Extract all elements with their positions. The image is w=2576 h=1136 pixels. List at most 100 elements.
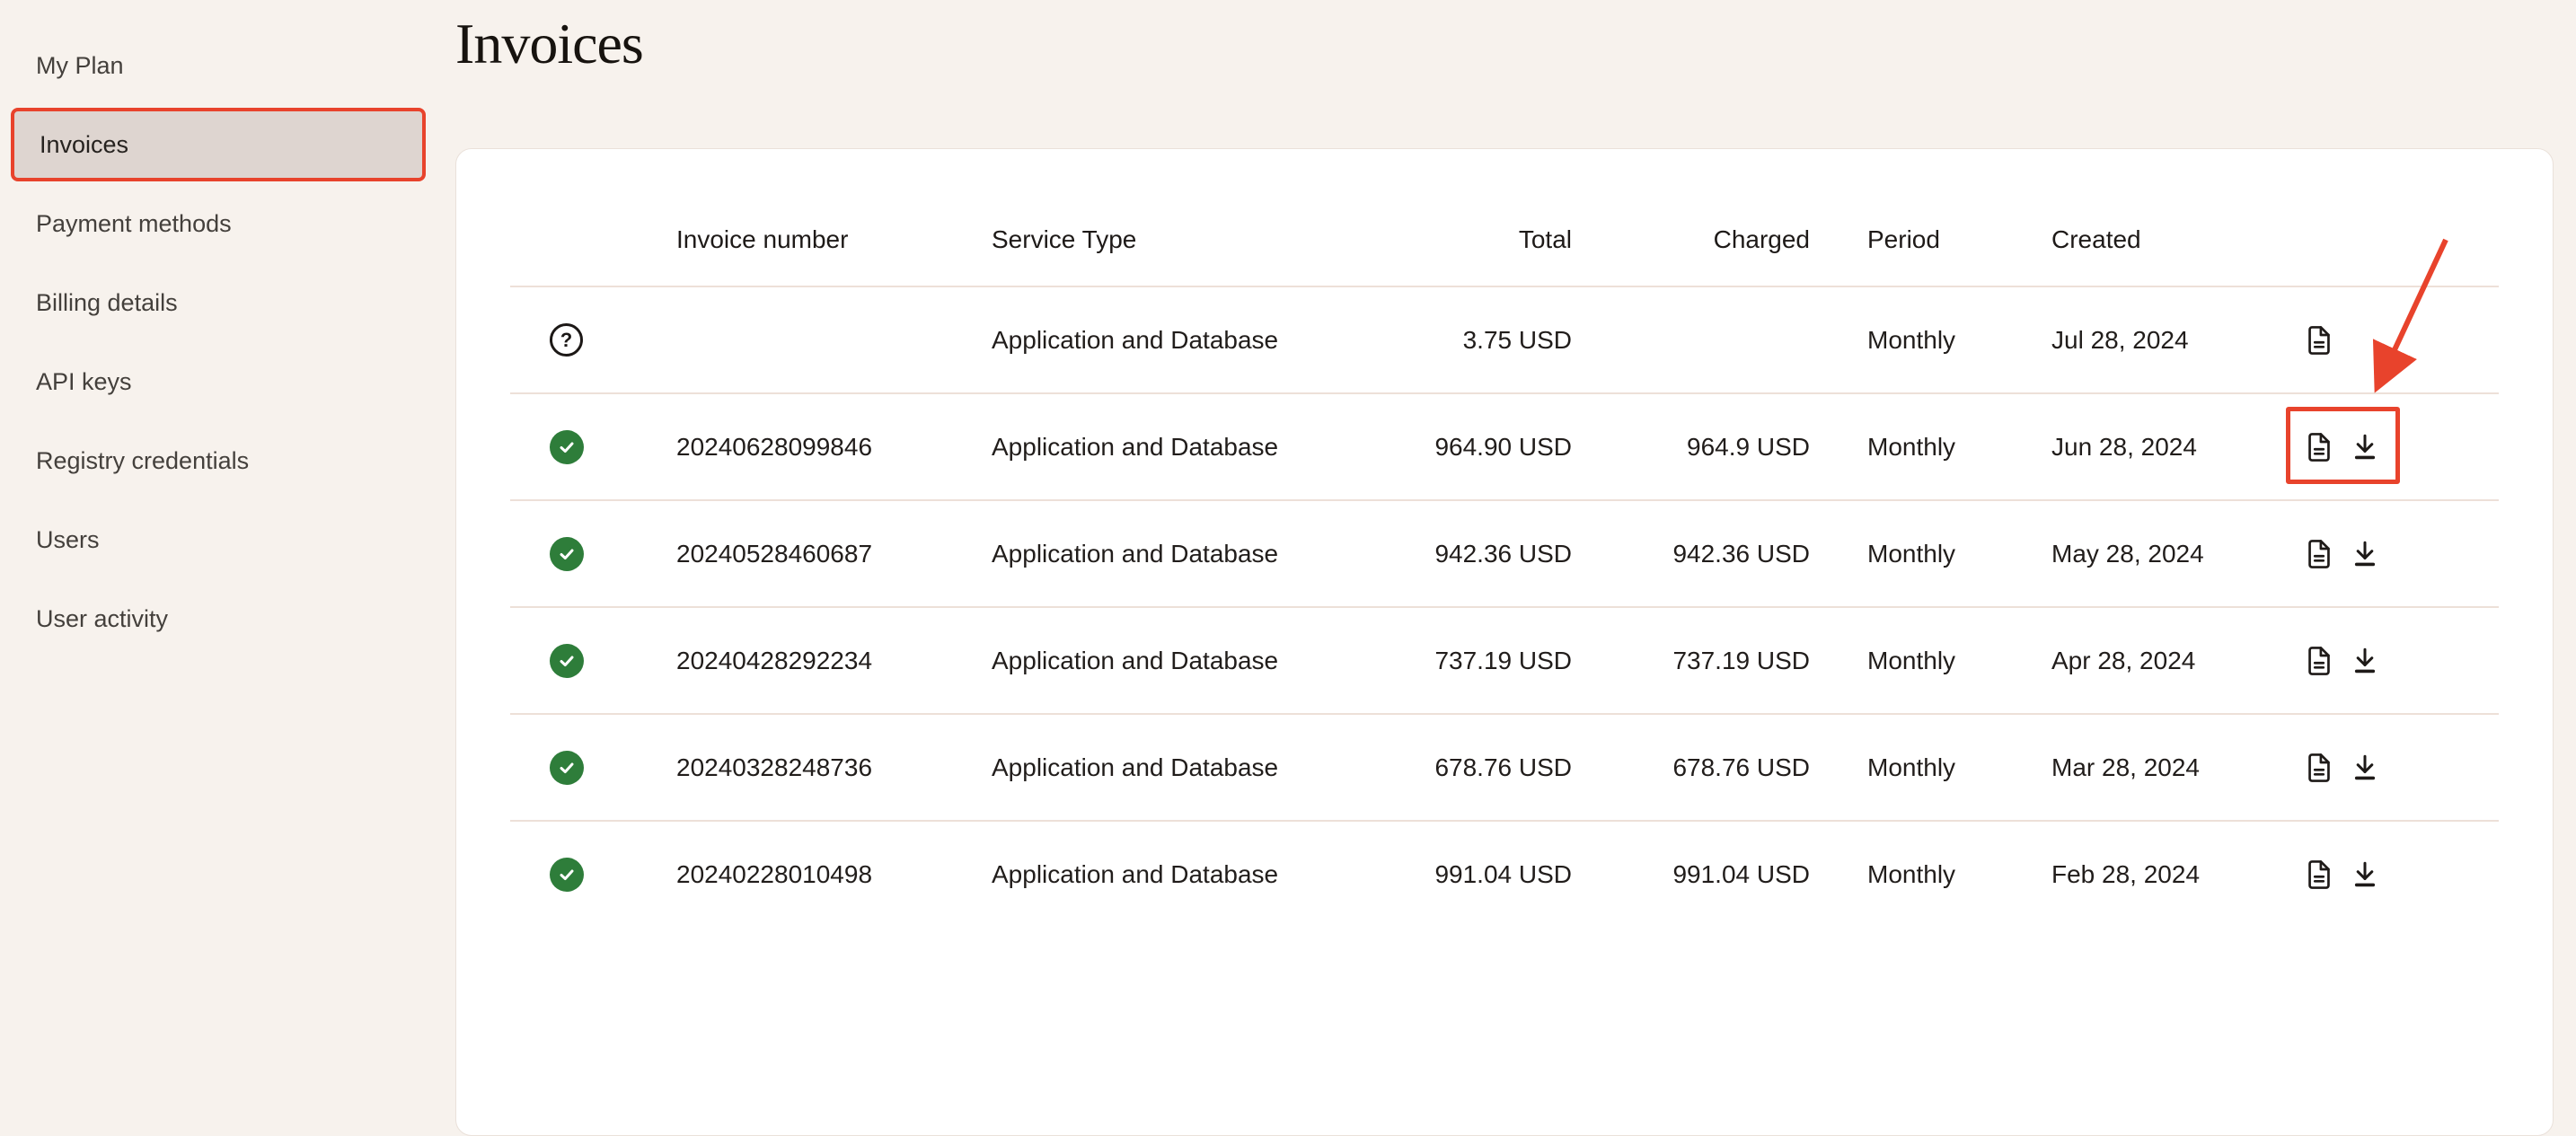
sidebar-item-users[interactable]: Users bbox=[0, 500, 455, 579]
sidebar-item-label: Payment methods bbox=[36, 210, 232, 238]
total-cell: 942.36 USD bbox=[1392, 540, 1572, 568]
created-column-header: Created bbox=[2051, 225, 2298, 254]
total-column-header: Total bbox=[1392, 225, 1572, 254]
download-invoice-icon[interactable] bbox=[2349, 750, 2381, 786]
service-type-column-header: Service Type bbox=[992, 225, 1392, 254]
period-cell: Monthly bbox=[1810, 433, 2051, 462]
table-row: ? 20240228010498 Application and Databas… bbox=[510, 820, 2499, 927]
total-cell: 3.75 USD bbox=[1392, 326, 1572, 355]
service-type-cell: Application and Database bbox=[992, 647, 1392, 675]
service-type-cell: Application and Database bbox=[992, 326, 1392, 355]
sidebar-item-api-keys[interactable]: API keys bbox=[0, 342, 455, 421]
checkmark-glyph bbox=[556, 650, 578, 672]
actions-cell bbox=[2298, 608, 2499, 713]
billing-app: My Plan Invoices Payment methods Billing… bbox=[0, 0, 2576, 853]
actions-column-header bbox=[2298, 194, 2499, 286]
sidebar-item-payment-methods[interactable]: Payment methods bbox=[0, 184, 455, 263]
invoice-number-cell: 20240528460687 bbox=[676, 540, 992, 568]
total-cell: 737.19 USD bbox=[1392, 647, 1572, 675]
sidebar-item-label: Registry credentials bbox=[36, 447, 249, 475]
created-cell: May 28, 2024 bbox=[2051, 540, 2298, 568]
paid-check-icon bbox=[550, 644, 584, 678]
download-invoice-icon[interactable] bbox=[2349, 429, 2381, 465]
download-invoice-icon[interactable] bbox=[2349, 857, 2381, 893]
actions-cell bbox=[2298, 287, 2499, 392]
status-cell: ? bbox=[510, 858, 676, 892]
charged-cell: 942.36 USD bbox=[1572, 540, 1810, 568]
created-cell: Feb 28, 2024 bbox=[2051, 860, 2298, 889]
status-cell: ? bbox=[510, 323, 676, 357]
service-type-cell: Application and Database bbox=[992, 433, 1392, 462]
main-content: Invoices Invoice number Service Type Tot… bbox=[455, 0, 2576, 853]
period-cell: Monthly bbox=[1810, 753, 2051, 782]
paid-check-icon bbox=[550, 751, 584, 785]
paid-check-icon bbox=[550, 430, 584, 464]
sidebar-item-registry-credentials[interactable]: Registry credentials bbox=[0, 421, 455, 500]
checkmark-glyph bbox=[556, 543, 578, 565]
view-invoice-document-icon[interactable] bbox=[2302, 321, 2336, 359]
view-invoice-document-icon[interactable] bbox=[2302, 535, 2336, 573]
view-invoice-document-icon[interactable] bbox=[2302, 856, 2336, 894]
download-invoice-icon[interactable] bbox=[2349, 536, 2381, 572]
sidebar-item-label: Invoices bbox=[40, 131, 128, 159]
sidebar-item-user-activity[interactable]: User activity bbox=[0, 579, 455, 658]
sidebar-item-label: Users bbox=[36, 526, 100, 554]
table-body: ? Application and Database 3.75 USD Mont… bbox=[510, 286, 2499, 927]
checkmark-glyph bbox=[556, 757, 578, 779]
period-cell: Monthly bbox=[1810, 860, 2051, 889]
created-cell: Jun 28, 2024 bbox=[2051, 433, 2298, 462]
status-cell: ? bbox=[510, 644, 676, 678]
status-cell: ? bbox=[510, 430, 676, 464]
charged-cell: 737.19 USD bbox=[1572, 647, 1810, 675]
download-invoice-icon[interactable] bbox=[2349, 643, 2381, 679]
period-column-header: Period bbox=[1810, 225, 2051, 254]
table-row: ? 20240628099846 Application and Databas… bbox=[510, 392, 2499, 499]
created-cell: Jul 28, 2024 bbox=[2051, 326, 2298, 355]
service-type-cell: Application and Database bbox=[992, 860, 1392, 889]
view-invoice-document-icon[interactable] bbox=[2302, 749, 2336, 787]
total-cell: 991.04 USD bbox=[1392, 860, 1572, 889]
question-glyph: ? bbox=[560, 330, 572, 350]
pending-question-icon[interactable]: ? bbox=[550, 323, 583, 357]
sidebar-item-label: Billing details bbox=[36, 289, 178, 317]
invoice-number-cell: 20240228010498 bbox=[676, 860, 992, 889]
actions-cell bbox=[2298, 501, 2499, 606]
status-cell: ? bbox=[510, 751, 676, 785]
invoice-number-cell: 20240328248736 bbox=[676, 753, 992, 782]
charged-cell: 964.9 USD bbox=[1572, 433, 1810, 462]
view-invoice-document-icon[interactable] bbox=[2302, 642, 2336, 680]
checkmark-glyph bbox=[556, 436, 578, 458]
charged-cell: 991.04 USD bbox=[1572, 860, 1810, 889]
service-type-cell: Application and Database bbox=[992, 753, 1392, 782]
table-header-row: Invoice number Service Type Total Charge… bbox=[510, 149, 2499, 286]
table-row: ? 20240328248736 Application and Databas… bbox=[510, 713, 2499, 820]
invoice-number-column-header: Invoice number bbox=[676, 225, 992, 254]
created-cell: Apr 28, 2024 bbox=[2051, 647, 2298, 675]
sidebar-item-billing-details[interactable]: Billing details bbox=[0, 263, 455, 342]
sidebar-item-label: My Plan bbox=[36, 52, 124, 80]
table-row: ? 20240428292234 Application and Databas… bbox=[510, 606, 2499, 713]
period-cell: Monthly bbox=[1810, 326, 2051, 355]
period-cell: Monthly bbox=[1810, 540, 2051, 568]
sidebar-item-my-plan[interactable]: My Plan bbox=[0, 26, 455, 105]
service-type-cell: Application and Database bbox=[992, 540, 1392, 568]
actions-cell bbox=[2298, 715, 2499, 820]
invoice-number-cell: 20240628099846 bbox=[676, 433, 992, 462]
table-row: ? Application and Database 3.75 USD Mont… bbox=[510, 286, 2499, 392]
charged-column-header: Charged bbox=[1572, 225, 1810, 254]
invoice-number-cell: 20240428292234 bbox=[676, 647, 992, 675]
total-cell: 678.76 USD bbox=[1392, 753, 1572, 782]
paid-check-icon bbox=[550, 537, 584, 571]
view-invoice-document-icon[interactable] bbox=[2302, 428, 2336, 466]
sidebar-item-invoices[interactable]: Invoices bbox=[11, 108, 426, 181]
total-cell: 964.90 USD bbox=[1392, 433, 1572, 462]
invoices-card: Invoice number Service Type Total Charge… bbox=[455, 148, 2554, 1136]
paid-check-icon bbox=[550, 858, 584, 892]
sidebar-item-label: User activity bbox=[36, 605, 168, 633]
page-title: Invoices bbox=[455, 0, 2554, 75]
status-cell: ? bbox=[510, 537, 676, 571]
created-cell: Mar 28, 2024 bbox=[2051, 753, 2298, 782]
billing-settings-sidebar: My Plan Invoices Payment methods Billing… bbox=[0, 0, 455, 853]
charged-cell: 678.76 USD bbox=[1572, 753, 1810, 782]
period-cell: Monthly bbox=[1810, 647, 2051, 675]
